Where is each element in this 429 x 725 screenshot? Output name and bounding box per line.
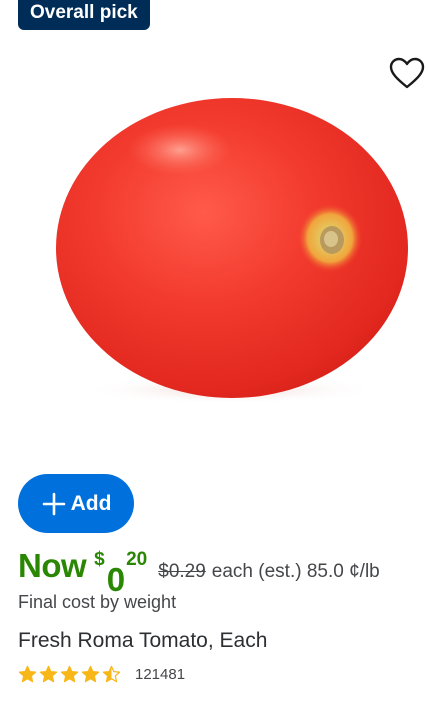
final-cost-note: Final cost by weight bbox=[18, 592, 177, 612]
star-full-icon bbox=[81, 665, 100, 684]
star-rating bbox=[18, 665, 121, 684]
rating-row[interactable]: 121481 bbox=[18, 664, 185, 684]
badge-label: Overall pick bbox=[30, 2, 138, 23]
overall-pick-badge: Overall pick bbox=[18, 0, 150, 30]
review-count: 121481 bbox=[135, 665, 186, 683]
was-price: $0.29 bbox=[158, 561, 206, 582]
add-button-label: Add bbox=[70, 491, 112, 515]
heart-outline-icon bbox=[388, 56, 429, 90]
price-cents: 20 bbox=[126, 549, 148, 570]
star-full-icon bbox=[60, 665, 79, 684]
add-to-cart-button[interactable]: Add bbox=[18, 474, 134, 533]
star-half-icon bbox=[102, 665, 121, 684]
star-full-icon bbox=[39, 665, 58, 684]
star-full-icon bbox=[18, 665, 37, 684]
price-currency: $ bbox=[94, 549, 105, 570]
price-row: Now $ 0 20 $0.29 each (est.) 85.0 ¢/lb bbox=[18, 547, 380, 598]
plus-icon bbox=[41, 491, 67, 517]
favorite-button[interactable] bbox=[388, 56, 429, 94]
unit-price: each (est.) 85.0 ¢/lb bbox=[211, 561, 380, 582]
product-image[interactable] bbox=[20, 90, 420, 410]
now-label: Now bbox=[18, 547, 87, 584]
product-title[interactable]: Fresh Roma Tomato, Each bbox=[18, 629, 267, 653]
